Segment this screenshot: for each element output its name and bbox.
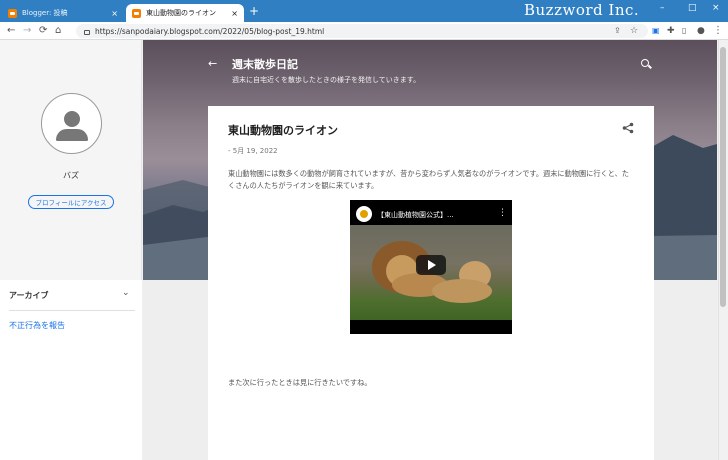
post-title: 東山動物園のライオン <box>228 124 338 137</box>
bookmark-star-icon[interactable]: ☆ <box>630 24 638 38</box>
user-icon-body <box>56 129 88 141</box>
close-tab-icon[interactable]: × <box>111 9 118 18</box>
post-closing-text: また次に行ったときは見に行きたいですね。 <box>228 378 372 387</box>
user-icon <box>64 111 80 127</box>
address-bar[interactable]: https://sanpodaiary.blogspot.com/2022/05… <box>76 24 648 38</box>
divider <box>9 310 135 311</box>
post-date: - 5月 19, 2022 <box>228 147 278 155</box>
blog-title[interactable]: 週末散歩日記 <box>232 56 298 72</box>
share-page-icon[interactable]: ⇪ <box>614 24 621 38</box>
scrollbar-thumb[interactable] <box>720 47 726 307</box>
sidebar: バズ プロフィールにアクセス アーカイブ ⌄ 不正行為を報告 <box>0 40 142 460</box>
embedded-video[interactable]: 【東山動植物園公式】... ⋮ <box>350 200 512 334</box>
lock-icon <box>84 29 90 35</box>
close-window-icon[interactable]: × <box>712 3 720 13</box>
post-card: 東山動物園のライオン - 5月 19, 2022 東山動物園には数多くの動物が飼… <box>208 106 654 460</box>
tab-lion-post[interactable]: 東山動物園のライオン × <box>126 4 244 22</box>
blog-description: 週末に自宅近くを散歩したときの様子を発信していきます。 <box>232 76 421 84</box>
brand-watermark: Buzzword Inc. <box>524 1 640 19</box>
reload-icon[interactable]: ⟳ <box>39 24 47 38</box>
chevron-down-icon[interactable]: ⌄ <box>122 288 130 298</box>
channel-logo-icon[interactable] <box>356 206 372 222</box>
browser-toolbar: ← → ⟳ ⌂ https://sanpodaiary.blogspot.com… <box>0 22 728 40</box>
side-panel-icon[interactable]: ▯ <box>682 24 686 38</box>
extension-blue-icon[interactable]: ▣ <box>652 24 660 38</box>
blogger-favicon-icon <box>8 8 17 18</box>
browser-menu-icon[interactable]: ⋮ <box>713 24 723 38</box>
video-title[interactable]: 【東山動植物園公式】... <box>377 210 454 220</box>
blog-page: バズ プロフィールにアクセス アーカイブ ⌄ 不正行為を報告 ← 週末散歩日記 … <box>0 40 728 460</box>
visit-profile-button[interactable]: プロフィールにアクセス <box>28 195 114 209</box>
profile-name: バズ <box>63 171 79 180</box>
video-more-icon[interactable]: ⋮ <box>498 208 507 218</box>
tab-title: Blogger: 投稿 <box>22 9 68 17</box>
forward-nav-icon[interactable]: → <box>23 24 31 38</box>
maximize-window-icon[interactable]: □ <box>688 3 697 13</box>
extensions-puzzle-icon[interactable]: ✚ <box>667 24 675 38</box>
search-icon[interactable] <box>641 59 649 67</box>
report-abuse-link[interactable]: 不正行為を報告 <box>9 320 65 331</box>
address-url: https://sanpodaiary.blogspot.com/2022/05… <box>95 26 325 36</box>
sidebar-widgets <box>0 280 142 460</box>
back-arrow-icon[interactable]: ← <box>208 57 217 70</box>
back-nav-icon[interactable]: ← <box>7 24 15 38</box>
home-icon[interactable]: ⌂ <box>55 24 61 38</box>
tab-title: 東山動物園のライオン <box>146 9 216 17</box>
new-tab-button[interactable]: + <box>249 5 259 17</box>
browser-tab-bar: Blogger: 投稿 × 東山動物園のライオン × + Buzzword In… <box>0 0 728 22</box>
avatar[interactable] <box>41 93 102 154</box>
archive-label[interactable]: アーカイブ <box>9 290 49 301</box>
tab-blogger-posts[interactable]: Blogger: 投稿 × <box>2 4 124 22</box>
profile-icon[interactable]: ● <box>697 24 705 38</box>
play-icon[interactable] <box>416 255 446 275</box>
blogger-favicon-icon <box>132 8 141 18</box>
post-body: 東山動物園には数多くの動物が飼育されていますが、昔から変わらず人気者なのがライオ… <box>228 169 629 190</box>
share-icon[interactable] <box>622 122 634 134</box>
close-tab-icon[interactable]: × <box>231 9 238 18</box>
minimize-window-icon[interactable]: – <box>660 3 665 13</box>
